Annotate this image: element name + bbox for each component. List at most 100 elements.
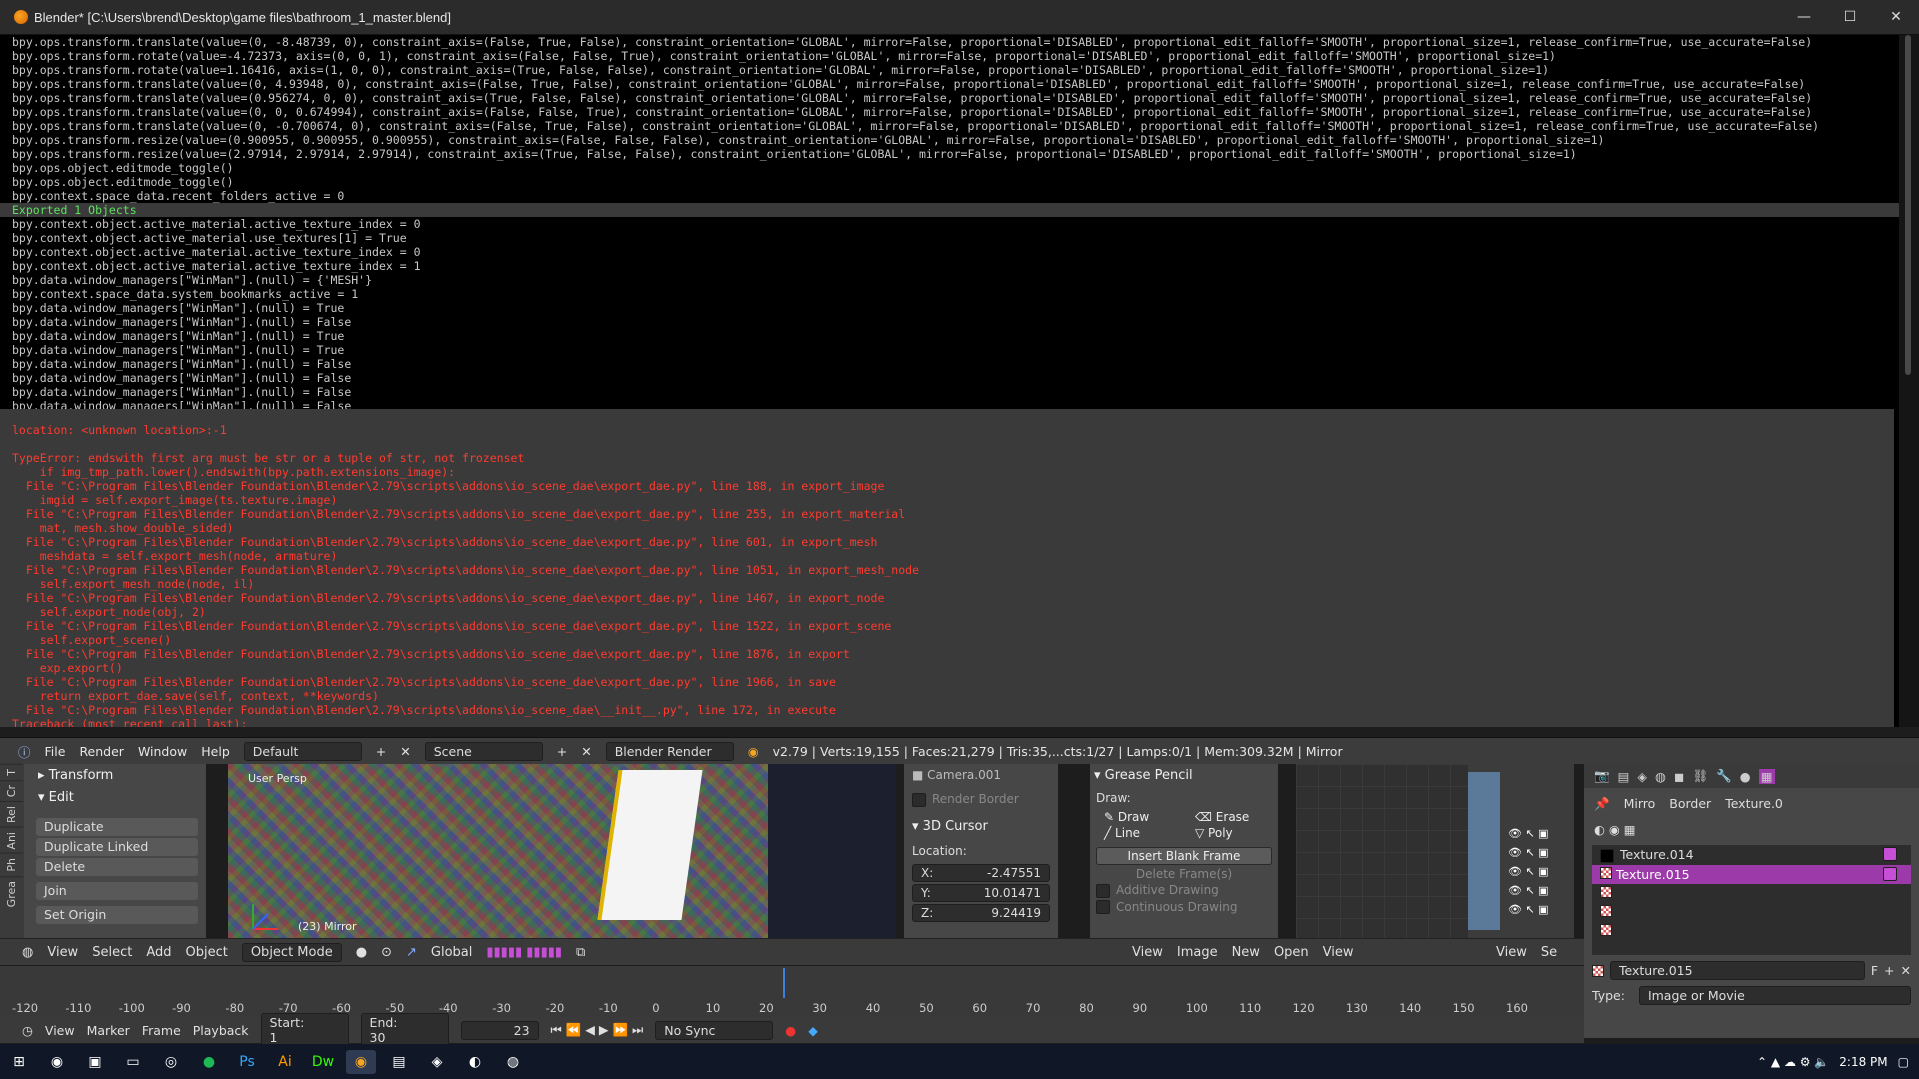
world-tab-icon[interactable]: ◍ [1655,769,1666,784]
empty-slot[interactable] [1592,922,1911,941]
breadcrumb-material[interactable]: Border [1669,796,1711,812]
texture-slot-list[interactable]: Texture.014 Texture.015 [1592,845,1911,955]
timeline-marker-menu[interactable]: Marker [87,1023,130,1038]
fake-user-button[interactable]: F [1871,963,1878,978]
image-view-menu-2[interactable]: View [1323,945,1354,960]
empty-slot[interactable] [1592,903,1911,922]
tab-create[interactable]: Cr [0,779,23,801]
modifier-tab-icon[interactable]: 🔧 [1716,768,1732,784]
breadcrumb-texture[interactable]: Texture.0 [1725,796,1783,812]
add-menu[interactable]: Add [146,945,171,960]
spotify-icon[interactable]: ● [194,1050,224,1074]
timeline-playhead[interactable] [783,968,785,998]
cursor-x-field[interactable]: X: -2.47551 [912,863,1050,882]
object-tab-icon[interactable]: ◼ [1674,769,1684,784]
tab-animation[interactable]: Ani [0,826,23,854]
firefox-icon[interactable]: ◎ [156,1050,186,1074]
texture-name-field[interactable]: Texture.015 [1610,961,1865,980]
outliner[interactable]: 👁 ↖ ▣ 👁 ↖ ▣ 👁 ↖ ▣ 👁 ↖ ▣ 👁 ↖ ▣ [1468,764,1574,938]
file-explorer-icon[interactable]: ▭ [118,1050,148,1074]
additive-checkbox[interactable] [1096,883,1110,898]
timeline-view-menu[interactable]: View [45,1023,75,1038]
additive-drawing-toggle[interactable]: Additive Drawing [1096,883,1272,898]
transform-panel-header[interactable]: ▸ Transform [24,764,206,786]
dreamweaver-icon[interactable]: Dw [308,1050,338,1074]
manipulator-icon[interactable]: ↗ [406,945,417,960]
console-scrollbar-thumb[interactable] [1905,35,1911,375]
layers-tab-icon[interactable]: ▤ [1618,769,1630,784]
object-menu[interactable]: Object [185,945,227,960]
camera-field[interactable]: ■ Camera.001 [904,764,1058,786]
properties-context-tabs[interactable]: 📷 ▤ ◈ ◍ ◼ ⛓ 🔧 ● ▦ [1584,764,1919,788]
open-image-button[interactable]: Open [1274,945,1309,960]
add-layout-button[interactable]: + [376,744,386,759]
scene-tab-icon[interactable]: ◈ [1637,769,1647,784]
start-icon[interactable]: ⊞ [4,1050,34,1074]
menu-render[interactable]: Render [79,744,124,759]
keying-set-icon[interactable]: ◆ [808,1023,818,1038]
clock[interactable]: 2:18 PM [1839,1055,1887,1069]
app-icon[interactable]: ◐ [460,1050,490,1074]
slot-014-enabled[interactable] [1883,847,1897,861]
texture-type-icons[interactable]: ◐ ◉ ▦ [1584,820,1919,839]
pin-icon[interactable]: 📌 [1594,796,1610,812]
join-button[interactable]: Join [36,882,198,900]
current-frame-field[interactable]: 23 [460,1020,539,1040]
set-origin-button[interactable]: Set Origin [36,906,198,924]
scene-select[interactable]: Scene [424,741,543,761]
editor-type-icon[interactable]: ◍ [22,945,33,960]
tab-physics[interactable]: Ph [0,853,23,877]
mode-select[interactable]: Object Mode [241,942,342,962]
record-button[interactable]: ● [785,1023,796,1038]
end-frame-field[interactable]: End: 30 [360,1013,449,1047]
outliner-search-menu[interactable]: Se [1541,945,1557,960]
image-view-menu[interactable]: View [1132,945,1163,960]
empty-slot[interactable] [1592,884,1911,903]
info-editor-icon[interactable]: ⓘ [18,742,31,761]
timeline-editor-icon[interactable]: ◷ [22,1023,33,1038]
close-button[interactable]: ✕ [1873,0,1919,34]
render-tab-icon[interactable]: 📷 [1594,768,1610,784]
view-menu[interactable]: View [47,945,78,960]
app-icon[interactable]: ▣ [80,1050,110,1074]
cursor-z-field[interactable]: Z: 9.24419 [912,903,1050,922]
add-texture-button[interactable]: + [1884,963,1894,978]
erase-button[interactable]: ⌫ Erase [1187,809,1272,825]
tab-grease-pencil[interactable]: Grea [0,876,23,912]
photoshop-icon[interactable]: Ps [232,1050,262,1074]
app-icon[interactable]: ▤ [384,1050,414,1074]
edit-panel-header[interactable]: ▾ Edit [24,786,206,808]
continuous-checkbox[interactable] [1096,900,1110,914]
tab-relations[interactable]: Rel [0,800,23,827]
timeline-playback-menu[interactable]: Playback [193,1023,249,1038]
poly-button[interactable]: ▽ Poly [1187,825,1272,841]
minimize-button[interactable]: — [1781,0,1827,34]
shading-icon[interactable]: ● [356,945,367,960]
delete-button[interactable]: Delete [36,858,198,876]
texture-slot-015[interactable]: Texture.015 [1592,864,1911,884]
remove-scene-button[interactable]: ✕ [581,744,591,759]
info-console[interactable]: bpy.ops.transform.translate(value=(0, -8… [0,35,1899,727]
outliner-layers-column[interactable] [1468,772,1500,930]
constraints-tab-icon[interactable]: ⛓ [1692,768,1708,784]
remove-layout-button[interactable]: ✕ [400,744,410,759]
tab-tools[interactable]: T [0,764,23,780]
image-menu[interactable]: Image [1177,945,1218,960]
pivot-icon[interactable]: ⊙ [381,945,392,960]
playback-controls[interactable]: ⏮ ⏪ ◀ ▶ ⏩ ⏭ [551,1022,644,1038]
menu-window[interactable]: Window [138,744,187,759]
delete-frames-button[interactable]: Delete Frame(s) [1096,867,1272,881]
3d-viewport[interactable]: User Persp (23) Mirror [228,764,896,938]
insert-blank-frame-button[interactable]: Insert Blank Frame [1096,847,1272,865]
breadcrumb-object[interactable]: Mirro [1624,796,1656,812]
render-engine-select[interactable]: Blender Render [605,741,734,761]
draw-button[interactable]: ✎ Draw [1096,809,1181,825]
app-icon[interactable]: ◍ [498,1050,528,1074]
orientation-select[interactable]: Global [431,945,472,960]
layer-buttons[interactable]: ▮▮▮▮▮ ▮▮▮▮▮ [486,945,562,960]
console-scrollbar[interactable] [1899,35,1919,727]
menu-help[interactable]: Help [201,744,230,759]
slot-015-enabled[interactable] [1883,866,1897,881]
render-border-checkbox[interactable] [912,792,926,807]
outliner-view-menu[interactable]: View [1496,945,1527,960]
